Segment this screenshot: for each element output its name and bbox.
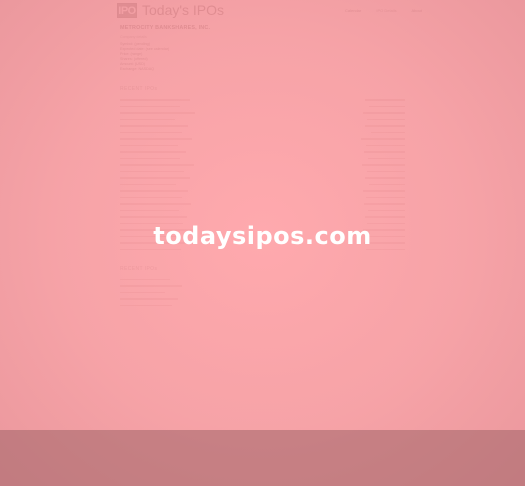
list-item[interactable] [120,189,405,193]
nav-item-about[interactable]: About [411,8,421,13]
page: IPO Today's IPOs Calendar IPO Details Ab… [0,0,525,486]
list-item[interactable] [120,284,405,288]
company-details: Symbol: (pending) Expected date: (see ca… [120,42,405,72]
list-item[interactable] [120,202,405,206]
list-item[interactable] [120,215,405,219]
list-item[interactable] [120,163,405,167]
list-item[interactable] [120,111,405,115]
list-item[interactable] [120,278,405,282]
list-item[interactable] [120,150,405,154]
detail-line: Exchange: NASDAQ [120,67,155,71]
list-item[interactable] [120,176,405,180]
list-item[interactable] [120,209,405,213]
list-item[interactable] [120,304,405,308]
list-item[interactable] [120,183,405,187]
site-title[interactable]: Today's IPOs [142,2,224,18]
section-heading: RECENT IPOs [120,86,158,92]
list-item[interactable] [120,105,405,109]
company-name: METROCITY BANKSHARES, INC. [120,25,211,31]
section-list [120,278,405,308]
watermark-text: todaysipos.com [153,222,372,250]
section-heading: RECENT IPOs [120,265,158,272]
list-item[interactable] [120,137,405,141]
list-item[interactable] [120,170,405,174]
list-item[interactable] [120,144,405,148]
list-item[interactable] [120,196,405,200]
list-item[interactable] [120,157,405,161]
main-content: METROCITY BANKSHARES, INC. Company detai… [120,25,405,313]
list-item[interactable] [120,124,405,128]
main-nav: Calendar IPO Details About [345,8,436,13]
list-item[interactable] [120,131,405,135]
site-logo[interactable]: IPO [117,3,137,18]
nav-item-ipo-details[interactable]: IPO Details [376,8,396,13]
site-header: IPO Today's IPOs Calendar IPO Details Ab… [0,0,525,20]
list-item[interactable] [120,291,405,295]
list-item[interactable] [120,297,405,301]
company-subtitle: Company details [120,35,147,39]
site-footer [0,430,525,486]
list-item[interactable] [120,98,405,102]
list-item[interactable] [120,118,405,122]
nav-item-calendar[interactable]: Calendar [345,8,361,13]
